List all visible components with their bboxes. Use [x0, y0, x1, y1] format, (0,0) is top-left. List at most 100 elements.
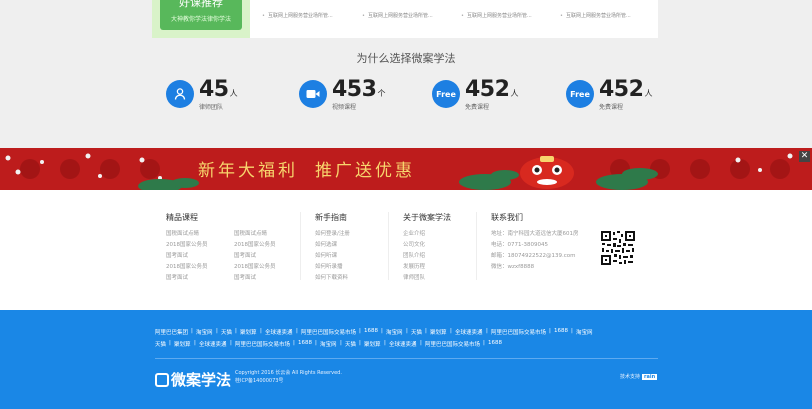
friend-link[interactable]: 全球速卖通 — [199, 340, 227, 348]
stat-unit: 人 — [229, 89, 238, 98]
new-year-banner[interactable]: 新年大福利 推广送优惠 — [0, 148, 812, 190]
course-link[interactable]: 国税面试点睛 — [166, 229, 199, 237]
stat-unit: 人 — [644, 89, 652, 98]
about-link[interactable]: 团队介绍 — [403, 251, 425, 259]
friend-link[interactable]: 淘宝网 — [320, 340, 337, 348]
link-separator: | — [216, 328, 218, 334]
contact-email: 邮箱：18074922522@139.com — [491, 253, 576, 259]
link-separator: | — [486, 328, 488, 334]
stat-number: 45人 — [199, 77, 238, 102]
site-footer — [0, 310, 812, 409]
contact-wechat: 微信：wzxf8888 — [491, 264, 535, 270]
about-link[interactable]: 律师团队 — [403, 273, 425, 281]
link-separator: | — [549, 328, 551, 334]
guide-link[interactable]: 如何登录/注册 — [315, 229, 350, 237]
contact-phone: 电话：0771-3809045 — [491, 242, 548, 248]
promo-title: 好课推荐 — [179, 0, 223, 9]
link-separator: | — [340, 340, 342, 346]
footer-links — [0, 190, 812, 310]
course-link[interactable]: 2018国家公务员 — [166, 240, 208, 248]
free-icon: Free — [566, 80, 594, 108]
course-link[interactable]: 2018国家公务员 — [166, 262, 208, 270]
friend-link[interactable]: 全球速卖通 — [455, 328, 483, 336]
guide-link[interactable]: 如何选课 — [315, 240, 337, 248]
course-link[interactable]: 2018国家公务员 — [234, 240, 276, 248]
logo-mark-icon — [155, 372, 169, 387]
col-title-contact: 联系我们 — [491, 213, 523, 222]
contact-address: 地址：南宁科园大道远信大厦601房 — [491, 231, 579, 237]
news-item[interactable]: 互联网上网服务营业场所管... — [560, 12, 631, 19]
about-link[interactable]: 发展历程 — [403, 262, 425, 270]
friend-link[interactable]: 1688 — [554, 328, 568, 334]
stat-number: 452人 — [599, 77, 652, 102]
friend-link[interactable]: 全球速卖通 — [265, 328, 293, 336]
course-link[interactable]: 国考面试 — [234, 273, 256, 281]
news-item[interactable]: 互联网上网服务营业场所管... — [461, 12, 532, 19]
friend-link[interactable]: 聚划算 — [364, 340, 381, 348]
friend-link[interactable]: 阿里巴巴国际交易市场 — [425, 340, 480, 348]
stat-value: 452 — [465, 77, 510, 102]
friend-link[interactable]: 天猫 — [155, 340, 166, 348]
link-separator: | — [169, 340, 171, 346]
people-icon — [166, 80, 194, 108]
news-item[interactable]: 互联网上网服务营业场所管... — [362, 12, 433, 19]
divider — [300, 212, 301, 280]
video-icon — [299, 80, 327, 108]
stat-value: 45 — [199, 77, 229, 102]
link-separator: | — [384, 340, 386, 346]
link-separator: | — [315, 340, 317, 346]
friend-link[interactable]: 阿里巴巴集团 — [155, 328, 188, 336]
friend-link[interactable]: 淘宝网 — [576, 328, 593, 336]
course-link[interactable]: 2018国家公务员 — [234, 262, 276, 270]
course-link[interactable]: 国税面试点睛 — [234, 229, 267, 237]
about-link[interactable]: 企业介绍 — [403, 229, 425, 237]
banner-slogan-left: 新年大福利 — [198, 161, 298, 181]
friend-link[interactable]: 天猫 — [411, 328, 422, 336]
promo-card[interactable]: 好课推荐 大神教你学法律你学法 — [152, 0, 250, 38]
news-item[interactable]: 互联网上网服务营业场所管... — [262, 12, 333, 19]
logo-text: 微案学法 — [171, 371, 232, 389]
friend-link[interactable]: 阿里巴巴国际交易市场 — [301, 328, 356, 336]
friend-link[interactable]: 阿里巴巴国际交易市场 — [235, 340, 290, 348]
guide-link[interactable]: 如何听录播 — [315, 262, 343, 270]
friend-link[interactable]: 淘宝网 — [386, 328, 403, 336]
copyright-text: Copyright 2016 长云会 All Rights Reserved. — [235, 370, 342, 376]
stat-value: 452 — [599, 77, 644, 102]
stat-label: 免费课程 — [465, 104, 490, 111]
friend-link[interactable]: 聚划算 — [174, 340, 191, 348]
close-icon[interactable]: ✕ — [799, 151, 810, 162]
guide-link[interactable]: 如何听课 — [315, 251, 337, 259]
friend-link[interactable]: 天猫 — [345, 340, 356, 348]
about-link[interactable]: 公司文化 — [403, 240, 425, 248]
tech-support-label: 技术支持 — [620, 374, 641, 380]
friend-link[interactable]: 全球速卖通 — [389, 340, 417, 348]
friend-link[interactable]: 1688 — [364, 328, 378, 334]
site-logo[interactable]: 微案学法 — [155, 369, 231, 390]
stat-label: 免费课程 — [599, 104, 624, 111]
footer-divider — [155, 358, 658, 359]
friend-link[interactable]: 阿里巴巴国际交易市场 — [491, 328, 546, 336]
link-separator: | — [450, 328, 452, 334]
banner-slogan-right: 推广送优惠 — [315, 161, 415, 181]
guide-link[interactable]: 如何下载资料 — [315, 273, 348, 281]
promo-badge: 好课推荐 大神教你学法律你学法 — [160, 0, 242, 30]
stat-unit: 人 — [510, 89, 518, 98]
icp-text[interactable]: 桂ICP备14000073号 — [235, 377, 283, 384]
tech-support-badge[interactable]: rain — [642, 374, 658, 380]
friend-link[interactable]: 聚划算 — [430, 328, 447, 336]
friend-link[interactable]: 聚划算 — [240, 328, 257, 336]
course-link[interactable]: 国考面试 — [166, 251, 188, 259]
col-title-courses: 精品课程 — [166, 213, 198, 222]
promo-subtitle: 大神教你学法律你学法 — [170, 16, 231, 23]
link-separator: | — [406, 328, 408, 334]
friend-link[interactable]: 天猫 — [221, 328, 232, 336]
stat-label: 视频课程 — [332, 104, 357, 111]
friend-link[interactable]: 淘宝网 — [196, 328, 213, 336]
course-link[interactable]: 国考面试 — [234, 251, 256, 259]
friend-link[interactable]: 1688 — [298, 340, 312, 346]
qr-code-icon — [600, 230, 636, 266]
course-link[interactable]: 国考面试 — [166, 273, 188, 281]
friend-link[interactable]: 1688 — [488, 340, 502, 346]
why-title: 为什么选择微案学法 — [356, 52, 456, 65]
link-separator: | — [571, 328, 573, 334]
